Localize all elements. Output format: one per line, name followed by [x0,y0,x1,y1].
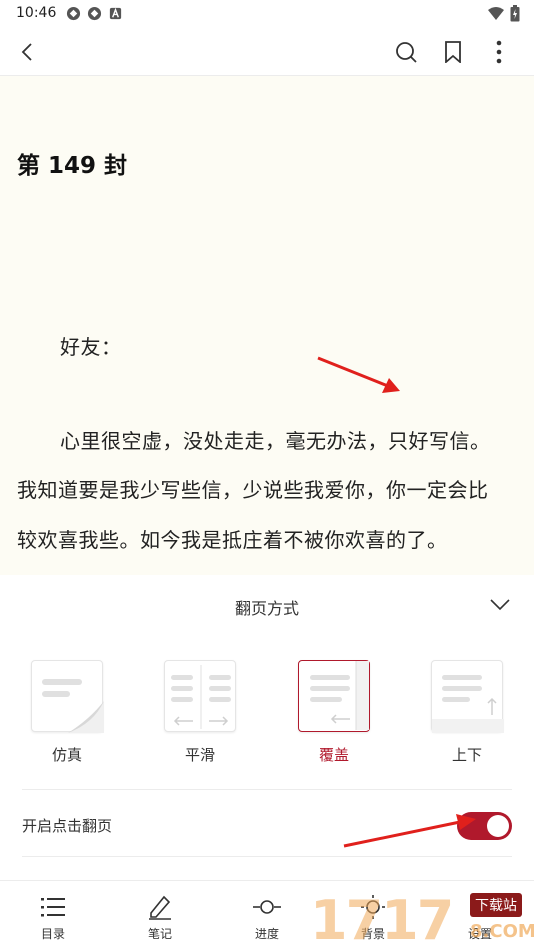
watermark-suffix: 8.COM [470,921,534,942]
mode-cover[interactable]: 覆盖 [298,660,370,765]
panel-title: 翻页方式 [234,599,299,618]
bookmark-icon [445,41,461,63]
top-bar [0,28,534,76]
bookmark-button[interactable] [439,38,467,66]
toggle-knob [487,815,509,837]
watermark-digits: 1717 [310,889,454,950]
page-scroll-icon [432,675,504,733]
chapter-title: 第 149 封 [17,153,128,179]
watermark-brand: 下载站 [470,893,522,917]
list-icon [41,898,65,917]
tap-turn-label: 开启点击翻页 [22,817,113,835]
more-button[interactable] [485,38,513,66]
nav-progress-label: 进度 [254,927,279,941]
page-turn-panel: 翻页方式 仿真 平滑 覆盖 上下 开启点击翻页 [0,575,534,880]
paragraph-line-2: 我知道要是我少写些信，少说些我爱你，你一定会比 [17,478,489,502]
tap-turn-toggle[interactable] [457,812,512,840]
nav-catalog-label: 目录 [40,927,65,941]
mode-smooth-tile [164,660,236,732]
progress-icon [253,900,281,914]
paragraph-line-3: 较欢喜我些。如今我是抵庄着不被你欢喜的了。 [17,528,448,552]
sync-icon [66,6,81,21]
nav-progress[interactable]: 进度 [237,893,297,942]
search-icon [396,42,417,63]
page-curl-icon [42,661,104,733]
status-icons-right [487,5,520,22]
mode-smooth[interactable]: 平滑 [164,660,236,765]
back-button[interactable] [14,38,42,66]
nav-notes-label: 笔记 [147,927,172,941]
notification-a-icon [109,7,122,20]
page-slide-icon [171,665,231,729]
mode-vertical-label: 上下 [451,746,482,764]
status-icons-left [66,6,123,21]
wifi-icon [488,6,504,20]
paragraph-line-1: 心里很空虚，没处走走，毫无办法，只好写信。 [60,429,491,453]
watermark: 1717 下载站 8.COM [310,885,534,950]
paragraph-salutation: 好友： [60,335,122,359]
divider [22,789,512,790]
chevron-down-icon [490,599,510,611]
mode-simulation-tile [31,660,104,733]
status-time: 10:46 [16,5,57,21]
mode-vertical-tile [431,660,504,733]
mode-vertical[interactable]: 上下 [431,660,504,765]
mode-simulation-label: 仿真 [51,746,82,764]
status-bar: 10:46 [0,0,534,28]
nav-notes[interactable]: 笔记 [130,893,190,942]
divider [22,856,512,857]
nav-catalog[interactable]: 目录 [23,893,83,942]
page-cover-icon [309,661,369,730]
battery-icon [510,5,520,22]
mode-simulation[interactable]: 仿真 [31,660,104,765]
more-icon [496,40,502,64]
reader-content[interactable]: 第 149 封 好友： 心里很空虚，没处走走，毫无办法，只好写信。 我知道要是我… [0,76,534,575]
collapse-button[interactable] [488,593,512,617]
back-icon [21,43,32,61]
pen-icon [149,895,171,920]
mode-cover-label: 覆盖 [318,746,349,764]
sync-icon [87,6,102,21]
mode-cover-tile [298,660,370,732]
search-button[interactable] [392,38,420,66]
mode-smooth-label: 平滑 [184,746,215,764]
